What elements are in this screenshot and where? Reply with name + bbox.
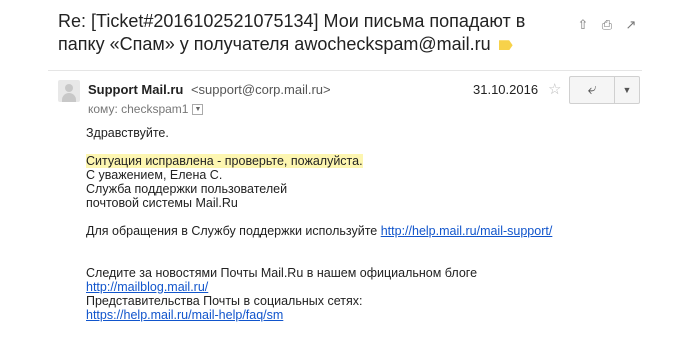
highlight-line: Ситуация исправлена - проверьте, пожалуй…	[86, 154, 626, 168]
sender-line: Support Mail.ru <support@corp.mail.ru>	[88, 82, 331, 97]
reply-controls: ⤶ ▼	[569, 76, 640, 104]
signature-line-2: Служба поддержки пользователей	[86, 182, 288, 196]
new-window-icon[interactable]: ↗	[624, 18, 638, 32]
signature-line-3: почтовой системы Mail.Ru	[86, 196, 238, 210]
avatar[interactable]	[58, 80, 80, 102]
header-divider	[48, 70, 642, 71]
greeting: Здравствуйте.	[86, 126, 169, 140]
header-actions: ⇧ ⎙ ↗	[576, 18, 638, 32]
highlighted-text: Ситуация исправлена - проверьте, пожалуй…	[86, 154, 363, 168]
show-details-dropdown-icon[interactable]: ▼	[192, 103, 204, 115]
recipient-line: кому: checkspam1 ▼	[88, 102, 204, 116]
archive-icon[interactable]: ⇧	[576, 18, 590, 32]
chevron-down-icon: ▼	[622, 85, 632, 95]
support-link[interactable]: http://help.mail.ru/mail-support/	[381, 224, 553, 238]
faq-link[interactable]: https://help.mail.ru/mail-help/faq/sm	[86, 308, 283, 322]
sender-email: <support@corp.mail.ru>	[190, 82, 331, 97]
message-date: 31.10.2016	[473, 82, 539, 97]
blog-line: http://mailblog.mail.ru/	[86, 280, 626, 294]
print-icon[interactable]: ⎙	[600, 18, 614, 32]
recipient-label: кому: checkspam1	[88, 102, 189, 116]
faq-line: https://help.mail.ru/mail-help/faq/sm	[86, 308, 626, 322]
important-label-icon[interactable]	[498, 40, 513, 51]
signature-line-1: С уважением, Елена С.	[86, 168, 223, 182]
reply-arrow-icon: ⤶	[587, 81, 597, 98]
social-line: Представительства Почты в социальных сет…	[86, 294, 363, 308]
subject-text: Re: [Ticket#2016102521075134] Мои письма…	[58, 11, 526, 54]
news-line: Следите за новостями Почты Mail.Ru в наш…	[86, 266, 478, 280]
support-line: Для обращения в Службу поддержки использ…	[86, 224, 626, 238]
reply-button[interactable]: ⤶	[569, 76, 615, 104]
more-actions-button[interactable]: ▼	[615, 76, 640, 104]
star-icon[interactable]: ☆	[548, 80, 561, 98]
support-prefix: Для обращения в Службу поддержки использ…	[86, 224, 381, 238]
email-subject: Re: [Ticket#2016102521075134] Мои письма…	[58, 10, 528, 56]
sender-name[interactable]: Support Mail.ru	[88, 82, 183, 97]
blog-link[interactable]: http://mailblog.mail.ru/	[86, 280, 208, 294]
message-body: Здравствуйте. Ситуация исправлена - пров…	[86, 126, 626, 322]
